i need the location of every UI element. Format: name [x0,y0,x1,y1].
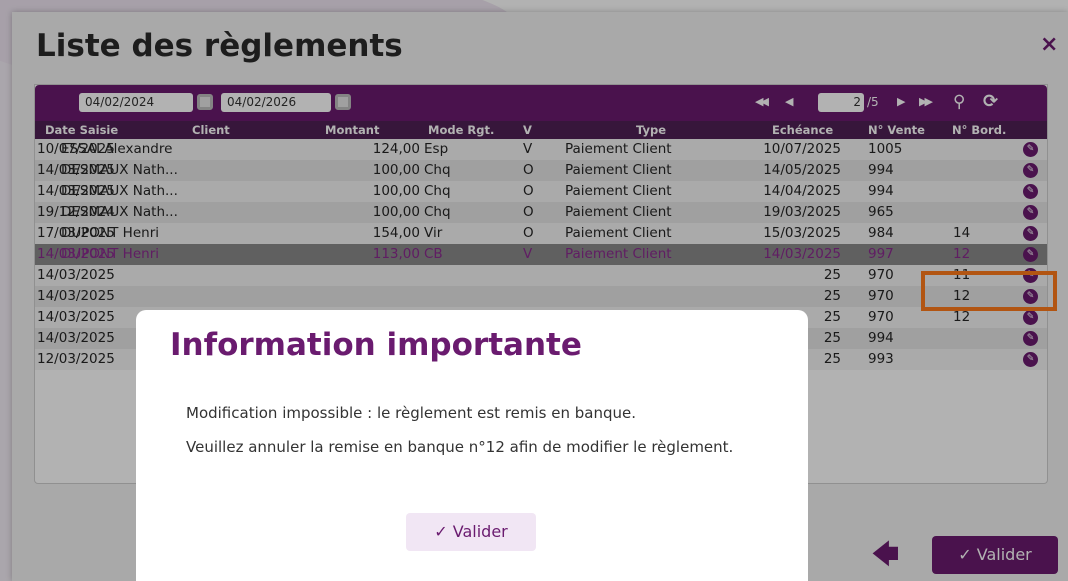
dialog-title: Information importante [170,327,582,363]
dialog-message-line-1: Modification impossible : le règlement e… [186,404,636,422]
dialog-message-line-2: Veuillez annuler la remise en banque n°1… [186,438,734,456]
dialog-validate-button[interactable]: ✓ Valider [406,513,536,551]
info-dialog: Information importante Modification impo… [136,310,808,581]
